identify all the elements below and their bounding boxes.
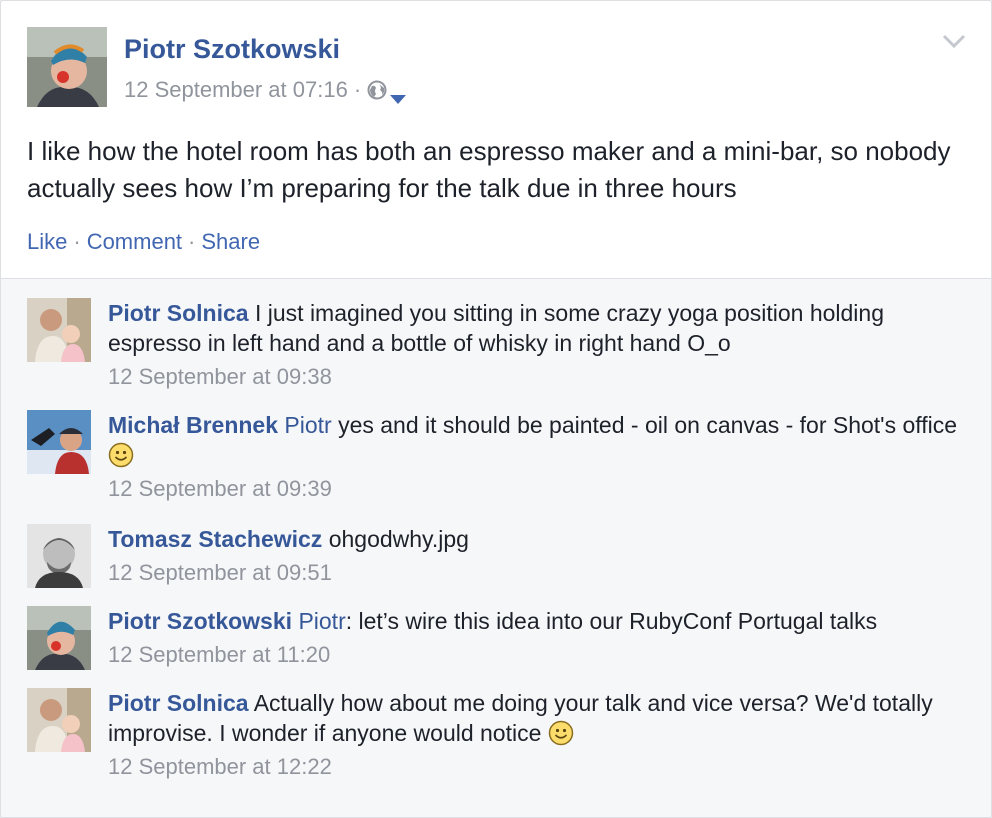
mention-link[interactable]: Piotr: [298, 608, 345, 634]
post-author-name[interactable]: Piotr Szotkowski: [124, 34, 340, 65]
mention-link[interactable]: Piotr: [284, 412, 331, 438]
author-avatar[interactable]: [27, 27, 107, 107]
commenter-name[interactable]: Tomasz Stachewicz: [108, 526, 322, 552]
commenter-name[interactable]: Piotr Szotkowski: [108, 608, 292, 634]
audience-dropdown-icon[interactable]: [389, 85, 407, 104]
commenter-avatar[interactable]: [27, 298, 91, 362]
commenter-avatar[interactable]: [27, 410, 91, 474]
comment-body: Piotr Szotkowski Piotr: let’s wire this …: [108, 606, 958, 670]
commenter-name[interactable]: Piotr Solnica: [108, 690, 249, 716]
smiley-emoji-icon: [548, 720, 574, 746]
commenter-name[interactable]: Michał Brennek: [108, 412, 278, 438]
post-card: Piotr Szotkowski 12 September at 07:16 ·…: [0, 0, 992, 818]
meta-separator: ·: [353, 77, 362, 102]
commenter-avatar[interactable]: [27, 688, 91, 752]
comment-timestamp[interactable]: 12 September at 11:20: [108, 640, 958, 670]
commenter-avatar[interactable]: [27, 524, 91, 588]
action-separator: ·: [73, 229, 81, 254]
comment-timestamp[interactable]: 12 September at 12:22: [108, 752, 958, 782]
comment-text: ohgodwhy.jpg: [328, 526, 469, 552]
comment-body: Michał Brennek Piotr yes and it should b…: [108, 410, 958, 504]
post-timestamp[interactable]: 12 September at 07:16: [124, 77, 348, 103]
action-separator: ·: [188, 229, 196, 254]
comment-text: : let’s wire this idea into our RubyConf…: [345, 608, 878, 634]
chevron-down-icon[interactable]: [941, 31, 967, 51]
commenter-avatar[interactable]: [27, 606, 91, 670]
globe-icon[interactable]: [367, 80, 387, 100]
smiley-emoji-icon: [108, 442, 134, 468]
comment-timestamp[interactable]: 12 September at 09:51: [108, 558, 958, 588]
post-actions: Like · Comment · Share: [27, 229, 260, 255]
comments-section: Piotr Solnica I just imagined you sittin…: [1, 278, 991, 817]
comment-body: Piotr Solnica I just imagined you sittin…: [108, 298, 958, 392]
comment-text: yes and it should be painted - oil on ca…: [338, 412, 958, 438]
comment-timestamp[interactable]: 12 September at 09:39: [108, 474, 958, 504]
post-body-text: I like how the hotel room has both an es…: [27, 136, 951, 203]
comment-link[interactable]: Comment: [87, 229, 182, 254]
like-link[interactable]: Like: [27, 229, 67, 254]
share-link[interactable]: Share: [201, 229, 260, 254]
commenter-name[interactable]: Piotr Solnica: [108, 300, 249, 326]
comment-timestamp[interactable]: 12 September at 09:38: [108, 362, 958, 392]
comment-body: Tomasz Stachewicz ohgodwhy.jpg 12 Septem…: [108, 524, 958, 588]
comment-body: Piotr Solnica Actually how about me doin…: [108, 688, 958, 782]
post-meta: 12 September at 07:16 ·: [124, 77, 407, 104]
post-header: Piotr Szotkowski 12 September at 07:16 ·: [27, 27, 967, 107]
